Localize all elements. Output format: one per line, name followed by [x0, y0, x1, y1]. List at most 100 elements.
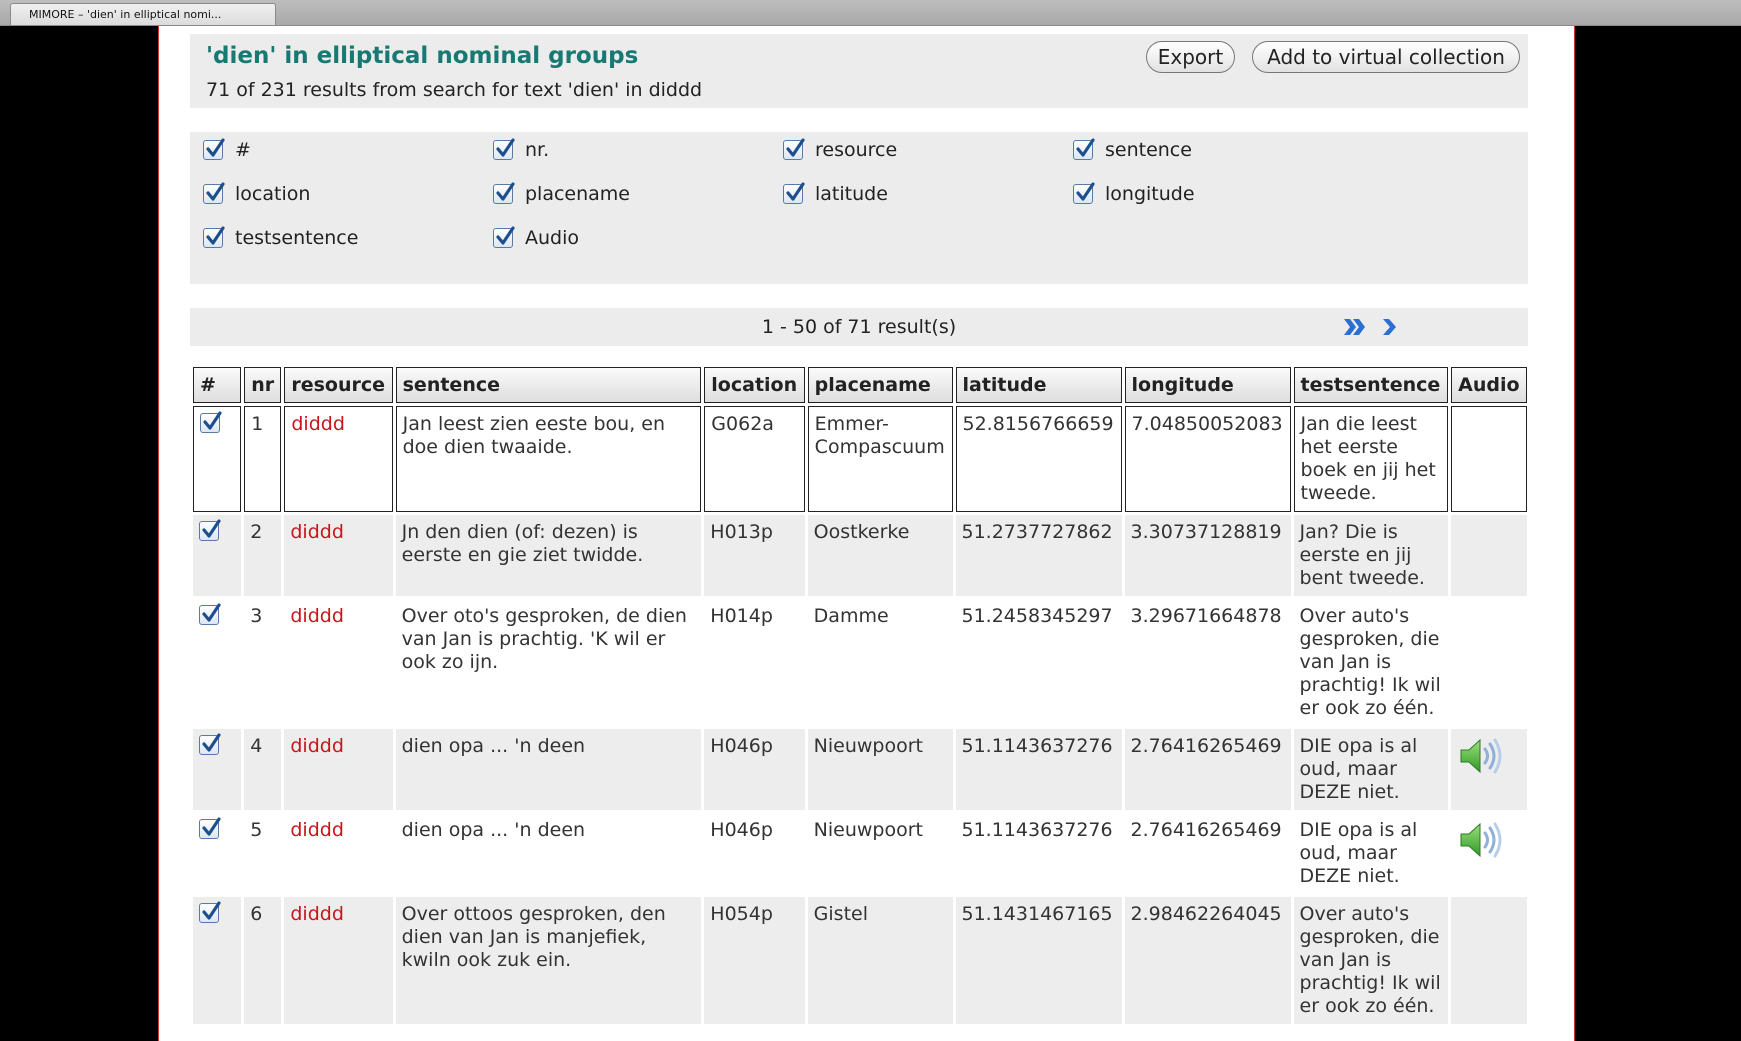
longitude-cell: 3.29671664878: [1130, 605, 1282, 627]
column-option-checkbox[interactable]: [493, 182, 515, 204]
column-option[interactable]: placename: [493, 181, 630, 207]
last-page-icon[interactable]: [1342, 316, 1366, 342]
row-number: 1: [244, 406, 282, 512]
placename-cell: Oostkerke: [807, 515, 953, 596]
table-row: 1 diddd Jan leest zien eeste bou, en doe d…: [193, 406, 1527, 512]
column-header-nr[interactable]: nr: [244, 367, 282, 403]
row-select-cell: [193, 729, 242, 810]
column-header-longitude[interactable]: longitude: [1124, 367, 1291, 403]
latitude-cell: 51.1143637276: [955, 729, 1122, 810]
table-header-row: # nr resource sentence location placenam…: [193, 367, 1527, 403]
row-select-checkbox[interactable]: [199, 733, 221, 755]
row-number: 3: [250, 605, 263, 627]
longitude-cell: 3.30737128819: [1124, 515, 1291, 596]
row-select-checkbox[interactable]: [200, 411, 222, 433]
column-header-hash[interactable]: #: [193, 367, 242, 403]
column-option-label: nr.: [525, 139, 550, 161]
column-option[interactable]: sentence: [1073, 137, 1192, 163]
column-option-checkbox[interactable]: [783, 182, 805, 204]
row-select-cell: [193, 599, 241, 726]
sentence-cell: dien opa ... 'n deen: [401, 819, 586, 841]
results-page: 'dien' in elliptical nominal groups 71 o…: [158, 26, 1575, 1041]
column-option[interactable]: #: [203, 137, 251, 163]
column-header-audio[interactable]: Audio: [1451, 367, 1527, 403]
longitude-cell: 2.76416265469: [1124, 729, 1291, 810]
column-option[interactable]: testsentence: [203, 225, 358, 251]
column-option[interactable]: Audio: [493, 225, 579, 251]
latitude-cell: 51.2458345297: [961, 605, 1113, 627]
testsentence-cell: Over auto's gesproken, die van Jan is pr…: [1293, 897, 1449, 1024]
location-cell: G062a: [704, 406, 805, 512]
column-header-sentence[interactable]: sentence: [395, 367, 702, 403]
resource-link[interactable]: diddd: [284, 813, 392, 894]
column-option-checkbox[interactable]: [493, 226, 515, 248]
sentence-cell: Jan leest zien eeste bou, en doe dien tw…: [395, 406, 702, 512]
results-summary: 71 of 231 results from search for text '…: [206, 79, 703, 101]
testsentence-cell: Jan die leest het eerste boek en jij het…: [1293, 406, 1449, 512]
location-cell: H046p: [704, 729, 805, 810]
export-button[interactable]: Export: [1146, 41, 1235, 73]
column-option-label: sentence: [1105, 139, 1192, 161]
column-option[interactable]: longitude: [1073, 181, 1195, 207]
column-option[interactable]: resource: [783, 137, 897, 163]
column-option-label: location: [235, 183, 311, 205]
column-option-label: #: [235, 139, 251, 161]
resource-link[interactable]: diddd: [284, 599, 392, 726]
column-header-testsentence[interactable]: testsentence: [1293, 367, 1449, 403]
row-number: 4: [244, 729, 282, 810]
pagination-bar: 1 - 50 of 71 result(s): [190, 308, 1528, 346]
column-option[interactable]: nr.: [493, 137, 549, 163]
row-number: 2: [244, 515, 282, 596]
results-table: # nr resource sentence location placenam…: [190, 364, 1530, 1027]
resource-link[interactable]: diddd: [284, 406, 393, 512]
row-select-checkbox[interactable]: [199, 901, 221, 923]
column-option-checkbox[interactable]: [203, 182, 225, 204]
column-option-checkbox[interactable]: [1073, 138, 1095, 160]
placename-cell: Gistel: [807, 897, 953, 1024]
audio-cell: [1451, 729, 1527, 810]
browser-tab-bar: MIMORE – 'dien' in elliptical nomi...: [0, 0, 1741, 26]
resource-link[interactable]: diddd: [284, 729, 393, 810]
row-select-checkbox[interactable]: [199, 519, 221, 541]
column-option[interactable]: latitude: [783, 181, 888, 207]
column-header-location[interactable]: location: [704, 367, 805, 403]
sentence-cell: Over ottoos gesproken, den dien van Jan …: [395, 897, 702, 1024]
resource-link[interactable]: diddd: [284, 897, 393, 1024]
sentence-cell: Over oto's gesproken, de dien van Jan is…: [401, 605, 687, 673]
audio-cell: [1451, 599, 1527, 726]
column-option-label: placename: [525, 183, 631, 205]
longitude-cell: 2.98462264045: [1124, 897, 1291, 1024]
pagination-text: 1 - 50 of 71 result(s): [761, 316, 957, 338]
table-row: 4 diddd dien opa ... 'n deen H046p Nieuwpoor…: [193, 729, 1527, 810]
speaker-icon[interactable]: [1457, 738, 1507, 782]
column-option-checkbox[interactable]: [203, 226, 225, 248]
column-header-placename[interactable]: placename: [807, 367, 953, 403]
row-select-checkbox[interactable]: [199, 603, 221, 625]
column-option[interactable]: location: [203, 181, 310, 207]
next-page-icon[interactable]: [1381, 316, 1397, 342]
column-option-checkbox[interactable]: [783, 138, 805, 160]
add-to-virtual-collection-button[interactable]: Add to virtual collection: [1252, 41, 1520, 73]
row-select-checkbox[interactable]: [199, 817, 221, 839]
audio-cell: [1451, 813, 1527, 894]
column-option-checkbox[interactable]: [203, 138, 225, 160]
column-header-resource[interactable]: resource: [284, 367, 393, 403]
column-option-label: testsentence: [235, 227, 359, 249]
speaker-icon[interactable]: [1457, 822, 1507, 866]
latitude-cell: 51.1431467165: [955, 897, 1122, 1024]
location-cell: H054p: [704, 897, 805, 1024]
latitude-cell: 52.8156766659: [955, 406, 1122, 512]
table-row: 3 diddd Over oto's gesproken, de dien van …: [193, 599, 1527, 726]
latitude-cell: 51.2737727862: [955, 515, 1122, 596]
column-option-checkbox[interactable]: [493, 138, 515, 160]
browser-tab[interactable]: MIMORE – 'dien' in elliptical nomi...: [10, 3, 276, 25]
column-option-checkbox[interactable]: [1073, 182, 1095, 204]
placename-cell: Nieuwpoort: [813, 819, 924, 841]
page-title: 'dien' in elliptical nominal groups: [206, 43, 639, 69]
column-selector: # nr. resource sentence location placename lat…: [190, 132, 1528, 284]
sentence-cell: Jn den dien (of: dezen) is eerste en gie…: [395, 515, 702, 596]
placename-cell: Nieuwpoort: [807, 729, 953, 810]
column-header-latitude[interactable]: latitude: [955, 367, 1122, 403]
resource-link[interactable]: diddd: [284, 515, 393, 596]
audio-cell: [1451, 897, 1527, 1024]
